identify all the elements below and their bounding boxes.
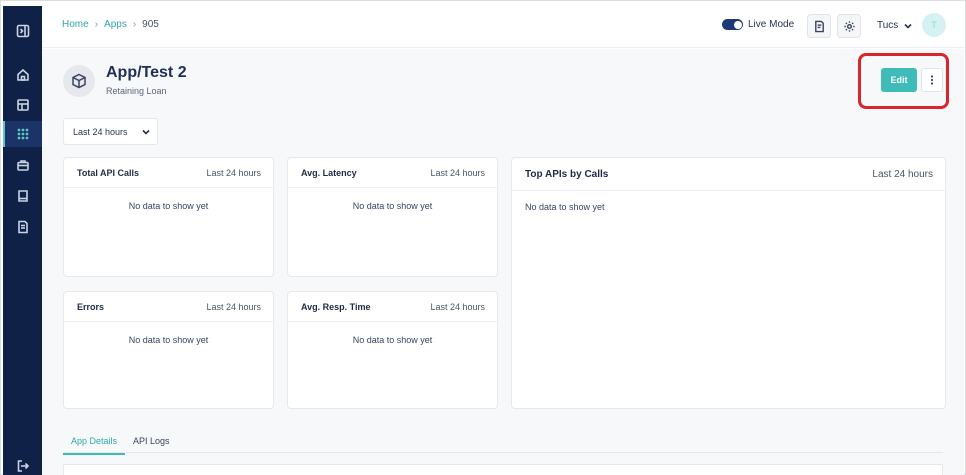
card-range: Last 24 hours (430, 168, 485, 178)
empty-state-text: No data to show yet (525, 202, 605, 212)
page-title: App/Test 2 (106, 64, 187, 81)
user-menu[interactable]: Tucs (877, 20, 912, 31)
briefcase-icon[interactable] (3, 152, 42, 178)
collapse-sidebar-icon[interactable] (3, 18, 42, 44)
gear-icon (843, 20, 855, 32)
breadcrumb-separator-icon: › (94, 19, 99, 30)
settings-button[interactable] (837, 14, 861, 38)
empty-state-text: No data to show yet (352, 201, 433, 211)
document-icon (814, 20, 824, 32)
card-title: Errors (77, 302, 105, 312)
top-apis-card: Top APIs by Calls Last 24 hours No data … (511, 157, 946, 409)
breadcrumb: Home › Apps › 905 (62, 19, 159, 30)
card-title: Avg. Resp. Time (301, 302, 371, 312)
main-content: App/Test 2 Retaining Loan Edit Last 24 h… (42, 49, 964, 475)
home-icon[interactable] (3, 62, 42, 88)
errors-card: Errors Last 24 hours No data to show yet (63, 291, 274, 409)
card-title: Avg. Latency (301, 168, 357, 178)
chevron-down-icon (141, 129, 150, 135)
tab-content-panel (63, 464, 943, 475)
sidebar (3, 6, 42, 475)
card-title: Top APIs by Calls (525, 169, 609, 180)
card-header: Top APIs by Calls Last 24 hours (512, 158, 945, 191)
docs-icon[interactable] (3, 214, 42, 240)
apps-grid-icon[interactable] (3, 121, 42, 147)
empty-state-text: No data to show yet (352, 335, 433, 345)
live-mode-control: Live Mode (722, 19, 794, 30)
live-mode-toggle[interactable] (722, 19, 743, 30)
card-range: Last 24 hours (872, 169, 933, 180)
breadcrumb-current: 905 (142, 19, 159, 30)
breadcrumb-apps-link[interactable]: Apps (104, 19, 127, 30)
total-api-calls-card: Total API Calls Last 24 hours No data to… (63, 157, 274, 277)
avg-latency-card: Avg. Latency Last 24 hours No data to sh… (287, 157, 498, 277)
tab-divider (63, 452, 943, 453)
user-name: Tucs (877, 20, 899, 31)
time-range-value: Last 24 hours (73, 126, 128, 137)
breadcrumb-separator-icon: › (132, 19, 137, 30)
empty-state-text: No data to show yet (128, 201, 209, 211)
documentation-button[interactable] (807, 14, 831, 38)
live-mode-label: Live Mode (748, 19, 795, 30)
app-icon (63, 65, 95, 97)
card-header: Avg. Resp. Time Last 24 hours (288, 292, 497, 322)
card-title: Total API Calls (77, 168, 140, 178)
time-range-select[interactable]: Last 24 hours (63, 118, 158, 145)
card-header: Errors Last 24 hours (64, 292, 273, 322)
dashboard-icon[interactable] (3, 92, 42, 118)
page-subtitle: Retaining Loan (106, 86, 167, 96)
card-range: Last 24 hours (206, 168, 261, 178)
breadcrumb-home-link[interactable]: Home (62, 19, 89, 30)
avg-resp-time-card: Avg. Resp. Time Last 24 hours No data to… (287, 291, 498, 409)
highlight-annotation (858, 53, 949, 109)
chevron-down-icon (904, 23, 912, 29)
avatar[interactable]: T (922, 13, 946, 37)
card-header: Total API Calls Last 24 hours (64, 158, 273, 188)
empty-state-text: No data to show yet (128, 335, 209, 345)
card-range: Last 24 hours (206, 302, 261, 312)
top-header: Home › Apps › 905 Live Mode Tucs T (42, 6, 964, 48)
card-range: Last 24 hours (430, 302, 485, 312)
book-icon[interactable] (3, 183, 42, 209)
logout-icon[interactable] (3, 453, 42, 475)
card-header: Avg. Latency Last 24 hours (288, 158, 497, 188)
cube-icon (72, 73, 86, 89)
